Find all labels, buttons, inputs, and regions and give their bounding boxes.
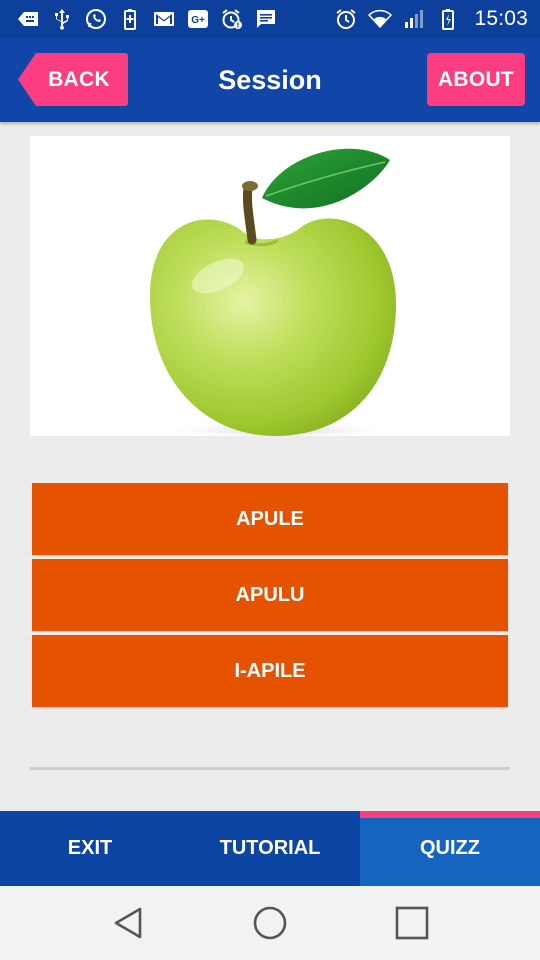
about-button[interactable]: ABOUT bbox=[427, 53, 525, 106]
app-bar: BACK Session ABOUT bbox=[0, 38, 540, 122]
recents-square-icon[interactable] bbox=[387, 898, 437, 948]
signal-icon bbox=[402, 7, 426, 31]
status-bar: G+ 15:03 bbox=[0, 0, 540, 38]
tab-quizz[interactable]: QUIZZ bbox=[360, 811, 540, 886]
system-icons: 15:03 bbox=[334, 7, 528, 31]
answer-options: APULE APULU I-APILE bbox=[32, 483, 508, 711]
alarm-notification-icon bbox=[220, 7, 244, 31]
back-button[interactable]: BACK bbox=[18, 53, 128, 106]
back-triangle-icon[interactable] bbox=[103, 898, 153, 948]
svg-text:G+: G+ bbox=[191, 15, 205, 26]
whatsapp-icon bbox=[84, 7, 108, 31]
google-plus-icon: G+ bbox=[186, 7, 210, 31]
question-image bbox=[30, 136, 510, 436]
answer-option-3[interactable]: I-APILE bbox=[32, 635, 508, 707]
status-time: 15:03 bbox=[474, 7, 528, 30]
wifi-icon bbox=[368, 7, 393, 31]
system-nav-bar bbox=[0, 886, 540, 960]
divider bbox=[30, 767, 510, 770]
tab-tutorial[interactable]: TUTORIAL bbox=[180, 811, 360, 886]
home-circle-icon[interactable] bbox=[245, 898, 295, 948]
answer-option-1[interactable]: APULE bbox=[32, 483, 508, 555]
green-apple-image bbox=[150, 148, 398, 436]
alarm-icon bbox=[334, 7, 358, 31]
battery-saver-icon bbox=[118, 7, 142, 31]
usb-icon bbox=[50, 7, 74, 31]
message-icon bbox=[254, 7, 278, 31]
keyboard-back-icon bbox=[16, 7, 40, 31]
bottom-tabs: EXIT TUTORIAL QUIZZ bbox=[0, 811, 540, 886]
tab-exit[interactable]: EXIT bbox=[0, 811, 180, 886]
notification-icons: G+ bbox=[16, 7, 278, 31]
gmail-icon bbox=[152, 7, 176, 31]
answer-option-2[interactable]: APULU bbox=[32, 559, 508, 631]
battery-charging-icon bbox=[436, 7, 460, 31]
